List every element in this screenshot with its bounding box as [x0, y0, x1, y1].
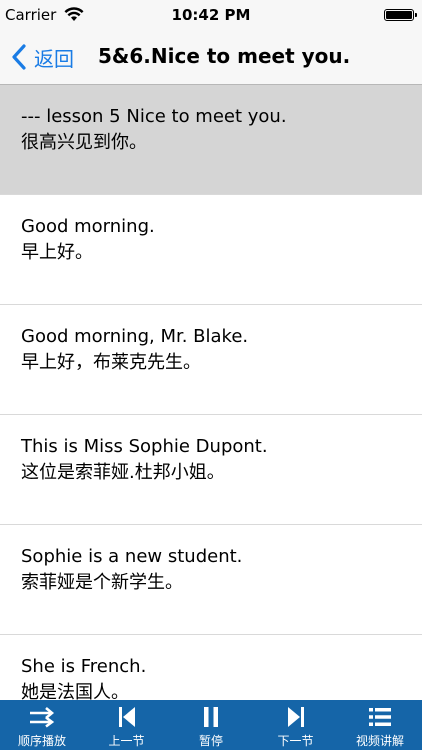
list-icon — [365, 704, 395, 730]
english-text: Good morning. — [21, 216, 155, 237]
clock: 10:42 PM — [171, 6, 251, 24]
repeat-arrows-icon — [27, 704, 57, 730]
english-text: She is French. — [21, 656, 147, 677]
chevron-left-icon — [12, 44, 26, 70]
pause-label: 暂停 — [198, 734, 223, 748]
sequential-play-button[interactable]: 顺序播放 — [0, 700, 84, 750]
previous-section-label: 上一节 — [108, 734, 145, 748]
list-item[interactable]: Good morning. 早上好。 — [0, 195, 422, 305]
video-explanation-label: 视频讲解 — [355, 734, 404, 748]
chinese-text: 她是法国人。 — [21, 682, 129, 700]
video-explanation-button[interactable]: 视频讲解 — [338, 700, 422, 750]
list-item[interactable]: Good morning, Mr. Blake. 早上好，布莱克先生。 — [0, 305, 422, 415]
chinese-text: 这位是索菲娅.杜邦小姐。 — [21, 462, 225, 483]
previous-track-icon — [112, 704, 142, 730]
back-button[interactable]: 返回 — [10, 40, 74, 74]
chinese-text: 很高兴见到你。 — [21, 132, 147, 153]
pause-button[interactable]: 暂停 — [169, 700, 253, 750]
navigation-bar: 返回 5&6.Nice to meet you. — [0, 30, 422, 85]
chinese-text: 早上好，布莱克先生。 — [21, 352, 201, 373]
pause-icon — [196, 704, 226, 730]
status-bar: Carrier 10:42 PM — [0, 0, 422, 30]
back-label: 返回 — [34, 46, 74, 71]
list-item[interactable]: Sophie is a new student. 索菲娅是个新学生。 — [0, 525, 422, 635]
list-item-lesson-header[interactable]: --- lesson 5 Nice to meet you. 很高兴见到你。 — [0, 85, 422, 195]
list-item[interactable]: She is French. 她是法国人。 — [0, 635, 422, 700]
chinese-text: 索菲娅是个新学生。 — [21, 572, 183, 593]
previous-section-button[interactable]: 上一节 — [85, 700, 169, 750]
list-item[interactable]: This is Miss Sophie Dupont. 这位是索菲娅.杜邦小姐。 — [0, 415, 422, 525]
english-text: This is Miss Sophie Dupont. — [21, 436, 268, 457]
english-text: Sophie is a new student. — [21, 546, 243, 567]
next-track-icon — [281, 704, 311, 730]
sequential-play-label: 顺序播放 — [17, 734, 66, 748]
playback-toolbar: 顺序播放 上一节 暂停 下一节 视频讲解 — [0, 700, 422, 750]
page-title: 5&6.Nice to meet you. — [98, 44, 351, 68]
next-section-button[interactable]: 下一节 — [254, 700, 338, 750]
chinese-text: 早上好。 — [21, 242, 93, 263]
battery-icon — [384, 9, 417, 21]
english-text: Good morning, Mr. Blake. — [21, 326, 249, 347]
next-section-label: 下一节 — [277, 734, 314, 748]
english-text: --- lesson 5 Nice to meet you. — [21, 106, 287, 127]
sentence-list[interactable]: --- lesson 5 Nice to meet you. 很高兴见到你。 G… — [0, 85, 422, 700]
